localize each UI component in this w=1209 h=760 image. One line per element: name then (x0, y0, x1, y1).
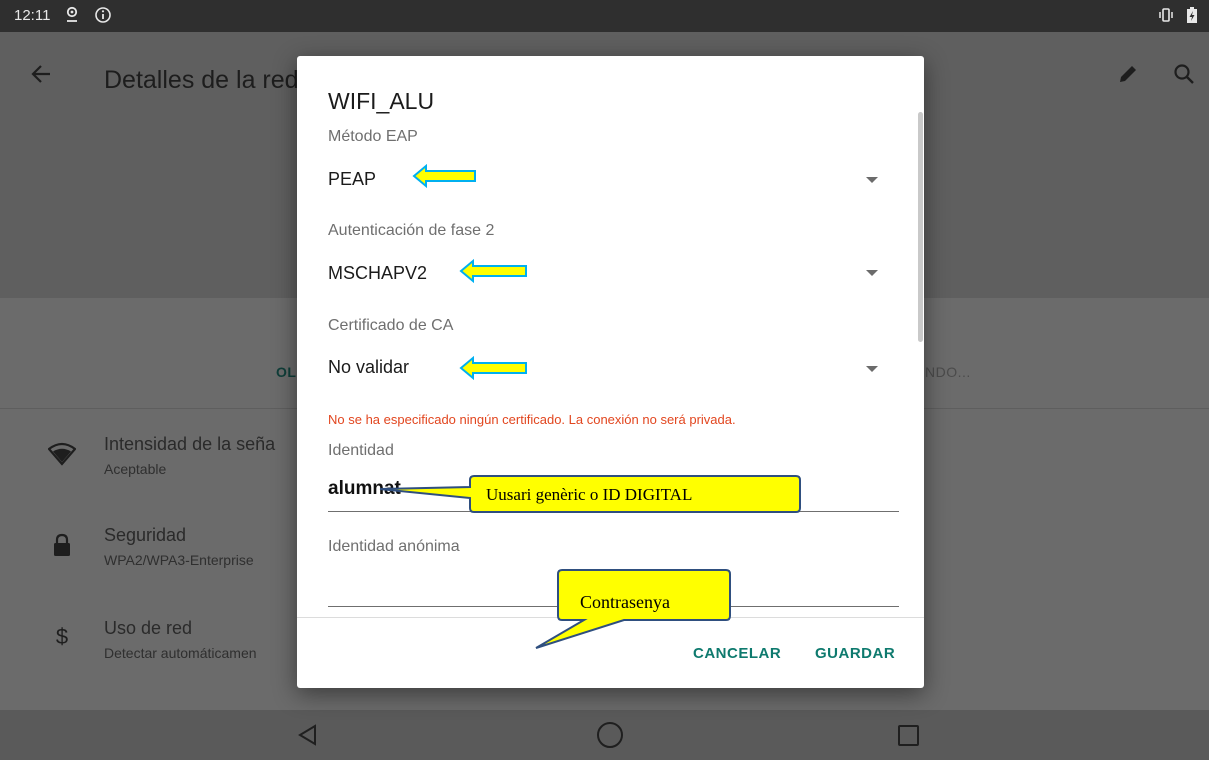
annotation-arrow-icon (412, 164, 476, 188)
location-icon (64, 6, 80, 28)
nav-recents-icon[interactable] (898, 725, 919, 746)
detail-title: Seguridad (104, 525, 187, 545)
chevron-down-icon[interactable] (866, 270, 878, 276)
detail-subtitle: WPA2/WPA3-Enterprise (104, 552, 254, 568)
annotation-arrow-icon (459, 259, 527, 283)
connect-button[interactable]: NDO... (925, 364, 971, 380)
detail-row-security: Seguridad WPA2/WPA3-Enterprise (0, 525, 300, 585)
identity-label: Identidad (328, 442, 394, 459)
dollar-icon: $ (55, 624, 69, 649)
pencil-icon[interactable] (1116, 62, 1140, 93)
password-callout-text: Contrasenya (580, 592, 670, 612)
chevron-down-icon[interactable] (866, 177, 878, 183)
dialog-title: WIFI_ALU (328, 88, 435, 114)
eap-method-label: Método EAP (328, 128, 418, 145)
vibrate-icon (1157, 6, 1175, 28)
cert-warning: No se ha especificado ningún certificado… (328, 412, 736, 427)
status-bar: 12:11 (0, 0, 1209, 32)
forget-button[interactable]: OL (276, 364, 296, 380)
annotation-arrow-icon (459, 356, 527, 380)
page-title: Detalles de la red (104, 66, 299, 94)
status-time: 12:11 (14, 7, 51, 24)
arrow-back-icon[interactable] (30, 60, 52, 92)
wifi-icon (47, 442, 77, 473)
dialog-scrollbar[interactable] (918, 112, 923, 342)
identity-callout-text: Uusari genèric o ID DIGITAL (486, 485, 693, 504)
detail-subtitle: Aceptable (104, 461, 167, 477)
battery-charging-icon (1186, 6, 1198, 28)
search-icon[interactable] (1172, 62, 1196, 91)
detail-title: Uso de red (104, 618, 193, 638)
phase2-select[interactable]: MSCHAPV2 (328, 263, 427, 284)
info-icon (94, 6, 112, 28)
chevron-down-icon[interactable] (866, 366, 878, 372)
screen: 12:11 Detalles de la red OL NDO... Inten… (0, 0, 1209, 760)
detail-subtitle: Detectar automáticamen (104, 645, 257, 661)
ca-cert-select[interactable]: No validar (328, 357, 409, 378)
detail-row-signal: Intensidad de la seña Aceptable (0, 434, 300, 494)
nav-back-icon[interactable] (298, 724, 318, 751)
save-button[interactable]: GUARDAR (815, 645, 895, 662)
anonymous-identity-label: Identidad anónima (328, 538, 460, 555)
eap-method-select[interactable]: PEAP (328, 169, 376, 190)
phase2-label: Autenticación de fase 2 (328, 222, 495, 239)
lock-icon (48, 533, 76, 564)
nav-home-icon[interactable] (597, 722, 623, 748)
ca-cert-label: Certificado de CA (328, 317, 454, 334)
detail-title: Intensidad de la seña (104, 434, 276, 454)
detail-row-usage: $ Uso de red Detectar automáticamen (0, 618, 300, 678)
navigation-bar (0, 710, 1209, 760)
